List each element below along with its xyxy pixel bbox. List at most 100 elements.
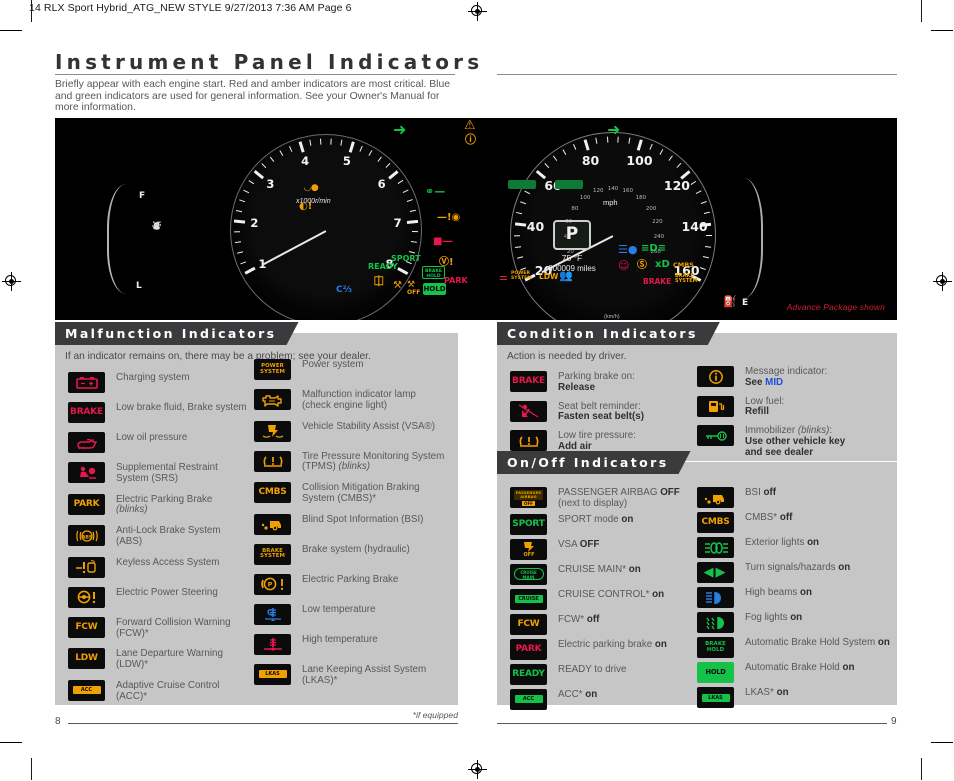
dial-sub-number: 120: [593, 187, 604, 194]
park-icon: PARK: [510, 638, 547, 660]
brake-telltale: BRAKE: [643, 277, 672, 286]
title-rule-right: [497, 74, 897, 75]
svg-text:ABS: ABS: [81, 534, 91, 540]
tpms-icon: [254, 450, 291, 472]
indicator-label: SPORT mode on: [558, 513, 634, 525]
immobilizer-telltale: ⚭—: [425, 185, 446, 198]
indicator-label: BSI off: [745, 487, 777, 498]
electric-parking-brake-p-icon: P: [254, 573, 291, 595]
crop-tick-bottom-left: [0, 742, 22, 743]
keyless-access-icon: [68, 556, 105, 578]
indicator-label: Charging system: [116, 372, 190, 383]
condition-indicators-panel: Condition Indicators Action is needed by…: [497, 333, 897, 461]
indicator-label: Low temperature: [302, 603, 376, 615]
indicator-label: Keyless Access System: [116, 556, 220, 568]
automatic-brake-hold-system-icon: BRAKE HOLD: [697, 637, 734, 658]
page-number-right: 9: [891, 716, 897, 727]
indicator-row: SPORT SPORT mode on: [510, 513, 700, 535]
lkas-icon: LKAS: [697, 687, 734, 708]
fog-lights-icon: [697, 612, 734, 633]
indicator-label: FCW* off: [558, 613, 600, 625]
dial-tick: [705, 234, 713, 237]
tpms-telltale: ⚠: [464, 118, 476, 133]
passenger-airbag-off-icon: PASSENGER AIRBAG OFF: [510, 487, 547, 508]
crop-tick-top-right: [931, 30, 953, 31]
speedometer-sub-unit-label: (km/h): [604, 314, 620, 320]
low-temperature-telltale: C⅔: [336, 285, 352, 295]
indicator-row: Fog lights on: [697, 612, 892, 633]
malfunction-right-column: POWER SYSTEM Power system Malfunction indic…: [254, 359, 450, 695]
prepress-header: 14 RLX Sport Hybrid_ATG_NEW STYLE 9/27/2…: [29, 2, 352, 14]
indicator-label: Anti-Lock Brake System (ABS): [116, 525, 221, 547]
indicator-row: Message indicator: See MID: [697, 366, 892, 389]
indicator-label: LKAS* on: [745, 687, 789, 698]
cmbs-telltale: CMBS: [673, 261, 694, 269]
indicator-label: Electric Parking Brake (blinks): [116, 493, 213, 516]
indicator-row: ◀▶ Turn signals/hazards on: [697, 562, 892, 583]
electric-parking-brake-icon: PARK: [68, 493, 105, 515]
exterior-lights-icon: [697, 537, 734, 558]
indicator-label: Vehicle Stability Assist (VSA®): [302, 420, 435, 432]
indicator-row: Malfunction indicator lamp (check engine …: [254, 389, 450, 412]
indicator-row: Supplemental Restraint System (SRS): [68, 462, 253, 485]
crop-mark-vertical-right: [921, 0, 922, 22]
indicator-label: Automatic Brake Hold System on: [745, 637, 890, 648]
abs-telltale: Ⓢ: [637, 260, 647, 271]
indicator-label: Low tire pressure: Add air: [558, 430, 636, 452]
immobilizer-icon: [697, 425, 734, 447]
indicator-label: Immobilizer (blinks): Use other vehicle k…: [745, 425, 846, 458]
indicator-label: Tire Pressure Monitoring System (TPMS) (b…: [302, 450, 445, 473]
indicator-label: Power system: [302, 359, 364, 370]
indicator-label: High beams on: [745, 587, 812, 598]
indicator-label: CMBS* off: [745, 512, 793, 523]
electric-power-steering-icon: [68, 586, 105, 608]
dial-number: 5: [342, 154, 351, 169]
keyless-access-telltale: —!◉: [437, 212, 461, 223]
low-temperature-icon: C: [254, 603, 291, 625]
malfunction-indicator-lamp-icon: [254, 389, 291, 410]
indicator-row: Tire Pressure Monitoring System (TPMS) (b…: [254, 450, 450, 474]
bsi-icon: [254, 513, 291, 535]
fuel-arc-left: [107, 184, 155, 294]
low-oil-pressure-icon: [68, 432, 105, 453]
abs-icon: ABS: [68, 525, 105, 547]
dial-number: 100: [626, 153, 653, 169]
indicator-label: PASSENGER AIRBAG OFF (next to display): [558, 487, 680, 509]
turn-signal-left-arrow-icon: ➜: [393, 120, 407, 139]
indicator-row: CMBS Collision Mitigation Braking System (…: [254, 482, 450, 505]
cruise-control-icon: CRUISE CONTROL: [510, 588, 547, 610]
cmbs-icon: CMBS: [254, 482, 291, 504]
indicator-label: Parking brake on: Release: [558, 371, 635, 393]
indicator-label: Lane Keeping Assist System (LKAS)*: [302, 663, 427, 686]
indicator-row: BSI off: [697, 487, 892, 508]
onoff-right-column: BSI off CMBS CMBS* off Exterior lights on ◀▶…: [697, 487, 892, 712]
indicator-label: Brake system (hydraulic): [302, 543, 410, 555]
onoff-indicators-panel: On/Off Indicators PASSENGER AIRBAG OFF PASS…: [497, 462, 897, 710]
registration-mark-bottom: [468, 760, 487, 779]
indicator-row: Immobilizer (blinks): Use other vehicle k…: [697, 425, 892, 458]
indicator-row: PARK Electric parking brake on: [510, 638, 700, 660]
oil-telltale: ⛇: [152, 222, 162, 232]
indicator-label: Electric parking brake on: [558, 638, 667, 650]
registration-mark-top: [468, 2, 487, 21]
indicator-row: LKAS LKAS* on: [697, 687, 892, 708]
registration-mark-right: [933, 272, 952, 291]
indicator-row: FCW FCW* off: [510, 613, 700, 635]
indicator-row: High beams on: [697, 587, 892, 608]
multi-information-display: P 75 °F 000009 miles: [535, 220, 609, 273]
indicator-row: Keyless Access System: [68, 556, 253, 578]
indicator-row: LDW Lane Departure Warning (LDW)*: [68, 648, 253, 671]
indicator-label: Adaptive Cruise Control (ACC)*: [116, 679, 220, 702]
indicator-row: CRUISE MAIN CRUISE MAIN* on: [510, 563, 700, 585]
dial-sub-number: 160: [622, 187, 633, 194]
vsa-off-text-telltale: OFF: [407, 289, 421, 296]
indicator-row: C Low temperature: [254, 603, 450, 625]
dial-sub-number: 200: [645, 205, 657, 212]
indicator-label: Forward Collision Warning (FCW)*: [116, 616, 231, 639]
indicator-row: High temperature: [254, 633, 450, 655]
ready-icon: READY: [510, 663, 547, 685]
dial-number: 3: [266, 177, 275, 192]
indicator-label: Malfunction indicator lamp (check engine …: [302, 389, 416, 411]
lkas-telltale: [555, 180, 583, 189]
indicator-label: Blind Spot Information (BSI): [302, 513, 424, 525]
